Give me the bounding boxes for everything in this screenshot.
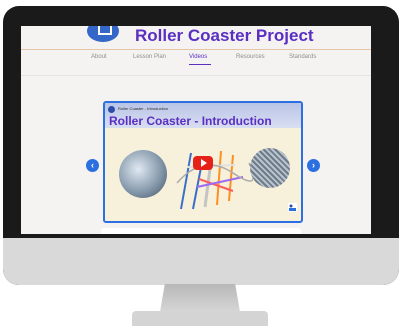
monitor-chin [3,238,399,285]
content-card [101,228,301,234]
active-tab-indicator [189,64,211,65]
coaster-model-illustration [176,150,253,210]
channel-logo-icon [288,203,297,212]
play-icon[interactable] [193,156,213,170]
video-title: Roller Coaster - Introduction [109,114,272,128]
monitor-base [132,311,268,326]
main-nav: About Lesson Plan Videos Resources Stand… [21,54,371,70]
channel-icon[interactable] [108,106,115,113]
surface-photo [250,148,290,188]
page-title: Roller Coaster Project [135,26,314,45]
monitor: Roller Coaster Project About Lesson Plan… [3,6,399,285]
structure-photo [119,150,167,198]
nav-item-standards[interactable]: Standards [289,54,316,60]
video-player[interactable]: Roller Coaster - Introduction Roller Coa… [103,101,303,223]
site-header: Roller Coaster Project [21,26,371,50]
video-channel-title: Roller Coaster - Introduction [118,106,169,111]
chevron-right-icon[interactable]: › [307,159,320,172]
chevron-left-icon[interactable]: ‹ [86,159,99,172]
logo[interactable] [87,26,119,42]
nav-item-resources[interactable]: Resources [236,54,265,60]
video-header: Roller Coaster - Introduction Roller Coa… [105,103,301,128]
nav-divider [21,75,371,76]
nav-item-videos[interactable]: Videos [189,54,207,60]
screen: Roller Coaster Project About Lesson Plan… [21,26,371,234]
monitor-neck [160,284,240,312]
nav-item-about[interactable]: About [91,54,107,60]
nav-item-lesson-plan[interactable]: Lesson Plan [133,54,166,60]
